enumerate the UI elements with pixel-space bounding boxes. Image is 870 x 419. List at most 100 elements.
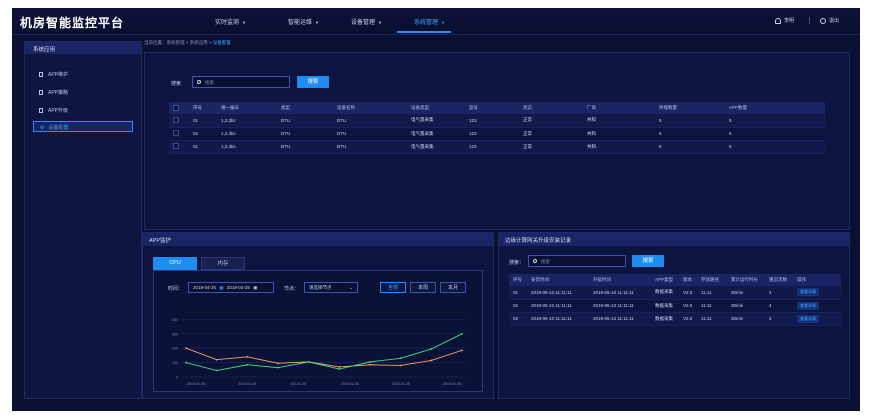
user-menu[interactable]: 李明	[775, 17, 794, 24]
data-point	[399, 357, 402, 360]
data-point	[430, 359, 433, 362]
range-month-button[interactable]: 本月	[440, 282, 466, 293]
date-range-picker[interactable]: 2019-04-25 ▣ 2019-04-25 ▣	[188, 282, 274, 293]
breadcrumb-path: 当前位置：系统管理 > 系统应用 >	[144, 40, 213, 45]
table-row[interactable]: 01 1,2,3bc DTU DTU 电气量采集 123 正常 共和 5 5	[169, 140, 825, 154]
table-cell: 11:11	[697, 299, 727, 313]
view-detail-button[interactable]: 查看详情	[797, 288, 819, 297]
table-cell: 123	[465, 140, 519, 154]
search-label: 搜索：	[509, 260, 525, 266]
y-tick-label: 200	[172, 347, 178, 351]
data-point	[369, 360, 371, 363]
data-point	[185, 361, 187, 364]
logout-button[interactable]: 退出	[820, 17, 839, 24]
table-cell: 电气量采集	[407, 114, 465, 128]
table-cell: 11:11	[697, 286, 727, 300]
data-point	[338, 368, 341, 370]
top-header: 机房智能监控平台 实时监测 ▼ 智能运维 ▼ 设备管理 ▼ 系统管理 ▼ 李明 退出	[12, 8, 860, 35]
table-cell: V2.0	[679, 312, 697, 326]
action-cell: 查看详情	[793, 299, 841, 313]
search-label: 搜索	[171, 81, 182, 87]
checkbox[interactable]	[173, 104, 179, 111]
node-select-value: 请选择节点	[309, 285, 332, 290]
data-point	[461, 349, 463, 352]
action-cell: 查看详情	[793, 312, 841, 326]
checkbox[interactable]	[173, 130, 179, 136]
status-cell: 正常	[519, 127, 583, 141]
breadcrumb-current[interactable]: 设备配置	[213, 40, 231, 45]
breadcrumb: 当前位置：系统管理 > 系统应用 > 设备配置	[144, 40, 231, 46]
data-point	[430, 348, 433, 350]
sidebar-item-app-policy[interactable]: APP策略	[39, 89, 68, 96]
data-point	[399, 364, 402, 367]
date-to: 2019-04-25	[226, 285, 250, 290]
action-cell: 查看详情	[793, 286, 841, 300]
nav-item-devices[interactable]: 设备管理 ▼	[351, 17, 382, 26]
column-header: 设备类型	[407, 102, 465, 114]
table-cell: 数据采集	[651, 312, 679, 326]
table-cell: DTU	[277, 127, 333, 141]
column-header: 类型	[277, 102, 333, 114]
nav-item-realtime[interactable]: 实时监测 ▼	[215, 17, 246, 26]
table-cell: 123	[465, 127, 519, 141]
row-select-cell[interactable]	[169, 127, 189, 141]
table-cell: 电气量采集	[407, 127, 465, 141]
x-tick-label: 2019-01-08	[341, 382, 359, 386]
nav-item-system[interactable]: 系统管理 ▼	[414, 17, 445, 26]
tab-cpu[interactable]: CPU	[153, 257, 197, 270]
data-point	[185, 347, 187, 350]
table-cell: 5	[655, 114, 725, 128]
tab-memory[interactable]: 内存	[201, 257, 245, 270]
panel-title: APP监护	[143, 233, 493, 246]
row-select-cell[interactable]	[169, 114, 189, 128]
table-cell: 01	[189, 114, 217, 128]
select-all-cell[interactable]	[169, 102, 189, 114]
table-cell: DTU	[333, 114, 407, 128]
search-button[interactable]: 搜索	[297, 76, 329, 88]
table-row[interactable]: 02 1,2,3bc DTU DTU 电气量采集 123 正常 共和 5 5	[169, 127, 825, 141]
data-point	[277, 366, 279, 369]
upgrade-table: 序号 安装时间 升级时间 APP类型 版本 存放路径 累计运行时长 重启次数 操…	[509, 274, 841, 326]
cpu-line-chart: 400 300 200 100 0 2019-01-08 2019-01-08 GO-01-0…	[172, 318, 466, 386]
table-row[interactable]: 01 1,2,3bc DTU DTU 电气量采集 123 正常 共和 5 5	[169, 114, 825, 128]
sidebar-item-label: APP维护	[48, 72, 69, 78]
search-button[interactable]: 搜索	[632, 255, 664, 267]
app-monitor-panel: APP监护 CPU 内存 时间： 2019-04-25 ▣ 2019-04-25…	[142, 232, 494, 399]
sidebar-item-app-upgrade[interactable]: APP升级	[39, 107, 68, 114]
series-line-0	[185, 347, 463, 368]
table-cell: 5	[725, 127, 825, 141]
header-divider	[809, 17, 810, 24]
x-tick-label: 2019-01-08	[443, 382, 461, 386]
chevron-down-icon: ⌄	[349, 285, 353, 290]
view-detail-button[interactable]: 查看详情	[797, 301, 819, 310]
row-select-cell[interactable]	[169, 140, 189, 154]
view-detail-button[interactable]: 查看详情	[797, 314, 819, 323]
device-list-panel: 搜索 搜索 搜索 序号 唯一编号 类型 设备名称 设备类型 型号 状态 厂商 终…	[144, 52, 850, 230]
sidebar-title: 系统应用	[25, 42, 141, 54]
sidebar-item-app-maintain[interactable]: APP维护	[39, 71, 68, 78]
search-input[interactable]: 搜索	[192, 76, 290, 88]
search-input[interactable]: 搜索	[528, 255, 626, 267]
range-week-button[interactable]: 本周	[410, 282, 436, 293]
table-cell: 2019-05-13 11:11:11	[527, 312, 589, 326]
range-all-button[interactable]: 全部	[380, 282, 406, 293]
table-cell: 5	[655, 140, 725, 154]
gear-icon: ⚙	[40, 125, 45, 131]
column-header: 存放路径	[697, 274, 727, 286]
sidebar-item-device-config[interactable]: ⚙ 设备配置	[33, 121, 133, 132]
doc-icon	[39, 108, 43, 114]
node-select[interactable]: 请选择节点 ⌄	[304, 282, 358, 293]
column-header: 终端数量	[655, 102, 725, 114]
column-header: 序号	[509, 274, 527, 286]
data-point	[307, 360, 310, 363]
checkbox[interactable]	[173, 143, 179, 149]
y-tick-label: 100	[172, 361, 178, 365]
table-cell: 01	[509, 286, 527, 300]
doc-icon	[39, 72, 43, 78]
data-point	[369, 363, 371, 366]
checkbox[interactable]	[173, 116, 179, 123]
nav-item-ops[interactable]: 智能运维 ▼	[288, 17, 319, 26]
calendar-icon: ▣	[253, 285, 258, 290]
table-row: 02 2019-05-13 11:11:11 2019-05-13 11:11:…	[509, 299, 841, 313]
table-cell: 共和	[583, 114, 655, 128]
